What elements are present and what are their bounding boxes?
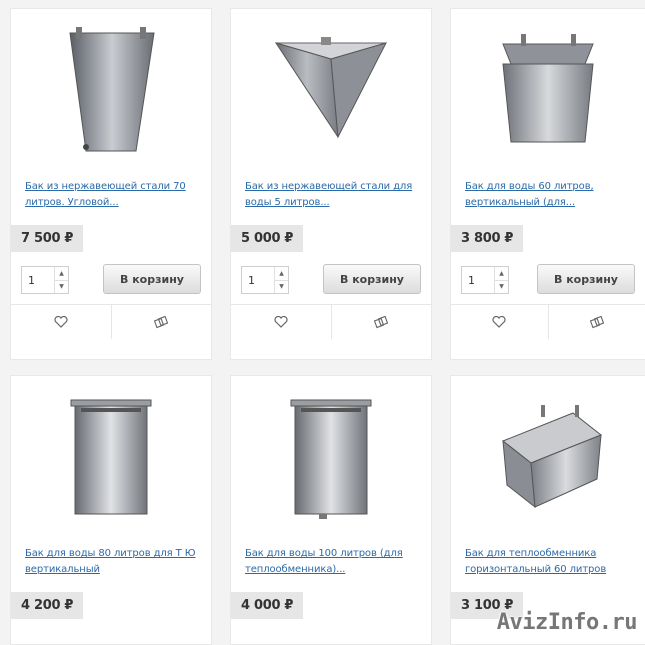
heart-icon xyxy=(274,316,288,328)
quantity-down-arrow-icon[interactable]: ▼ xyxy=(494,280,508,293)
quantity-down-arrow-icon[interactable]: ▼ xyxy=(54,280,68,293)
quantity-up-arrow-icon[interactable]: ▲ xyxy=(54,267,68,281)
product-card: Бак для теплообменника горизонтальный 60… xyxy=(450,375,645,645)
product-title-link[interactable]: Бак для воды 60 литров, вертикальный (дл… xyxy=(465,179,631,213)
product-price: 3 800 ₽ xyxy=(451,225,523,252)
quantity-stepper: ▲ ▼ xyxy=(21,266,69,294)
product-card: Бак из нержавеющей стали для воды 5 литр… xyxy=(230,8,432,360)
product-grid: Бак из нержавеющей стали 70 литров. Угло… xyxy=(0,0,645,635)
product-price: 5 000 ₽ xyxy=(231,225,303,252)
quantity-row: ▲ ▼ В корзину xyxy=(11,252,211,304)
product-card: Бак из нержавеющей стали 70 литров. Угло… xyxy=(10,8,212,360)
product-title-link[interactable]: Бак из нержавеющей стали для воды 5 литр… xyxy=(245,179,417,213)
quantity-input[interactable] xyxy=(22,267,56,293)
quantity-input[interactable] xyxy=(242,267,276,293)
add-to-cart-button[interactable]: В корзину xyxy=(323,264,421,294)
product-image[interactable] xyxy=(11,9,211,169)
compare-icon xyxy=(154,315,168,329)
product-image[interactable] xyxy=(231,376,431,536)
quantity-row: ▲ ▼ В корзину xyxy=(231,252,431,304)
quantity-up-arrow-icon[interactable]: ▲ xyxy=(274,267,288,281)
card-actions xyxy=(11,304,211,339)
compare-icon xyxy=(590,315,604,329)
add-to-cart-button[interactable]: В корзину xyxy=(537,264,635,294)
quantity-up-arrow-icon[interactable]: ▲ xyxy=(494,267,508,281)
heart-icon xyxy=(54,316,68,328)
compare-button[interactable] xyxy=(111,305,212,339)
product-title-link[interactable]: Бак для воды 80 литров для Т Ю вертикаль… xyxy=(25,546,197,580)
product-image[interactable] xyxy=(451,9,645,169)
quantity-input[interactable] xyxy=(462,267,496,293)
product-title-link[interactable]: Бак для воды 100 литров (для теплообменн… xyxy=(245,546,417,580)
watermark: AvizInfo.ru xyxy=(497,610,637,635)
add-to-cart-button[interactable]: В корзину xyxy=(103,264,201,294)
product-title-link[interactable]: Бак из нержавеющей стали 70 литров. Угло… xyxy=(25,179,197,213)
wishlist-button[interactable] xyxy=(451,305,548,339)
compare-button[interactable] xyxy=(548,305,645,339)
product-card: Бак для воды 60 литров, вертикальный (дл… xyxy=(450,8,645,360)
product-image[interactable] xyxy=(231,9,431,169)
product-price: 4 200 ₽ xyxy=(11,592,83,619)
product-image[interactable] xyxy=(11,376,211,536)
card-actions xyxy=(231,304,431,339)
product-title-link[interactable]: Бак для теплообменника горизонтальный 60… xyxy=(465,546,631,580)
card-actions xyxy=(451,304,645,339)
product-card: Бак для воды 100 литров (для теплообменн… xyxy=(230,375,432,645)
wishlist-button[interactable] xyxy=(231,305,331,339)
product-card: Бак для воды 80 литров для Т Ю вертикаль… xyxy=(10,375,212,645)
quantity-down-arrow-icon[interactable]: ▼ xyxy=(274,280,288,293)
quantity-row: ▲ ▼ В корзину xyxy=(451,252,645,304)
compare-icon xyxy=(374,315,388,329)
compare-button[interactable] xyxy=(331,305,432,339)
product-price: 7 500 ₽ xyxy=(11,225,83,252)
wishlist-button[interactable] xyxy=(11,305,111,339)
heart-icon xyxy=(492,316,506,328)
quantity-stepper: ▲ ▼ xyxy=(241,266,289,294)
product-price: 4 000 ₽ xyxy=(231,592,303,619)
quantity-stepper: ▲ ▼ xyxy=(461,266,509,294)
product-image[interactable] xyxy=(451,376,645,536)
